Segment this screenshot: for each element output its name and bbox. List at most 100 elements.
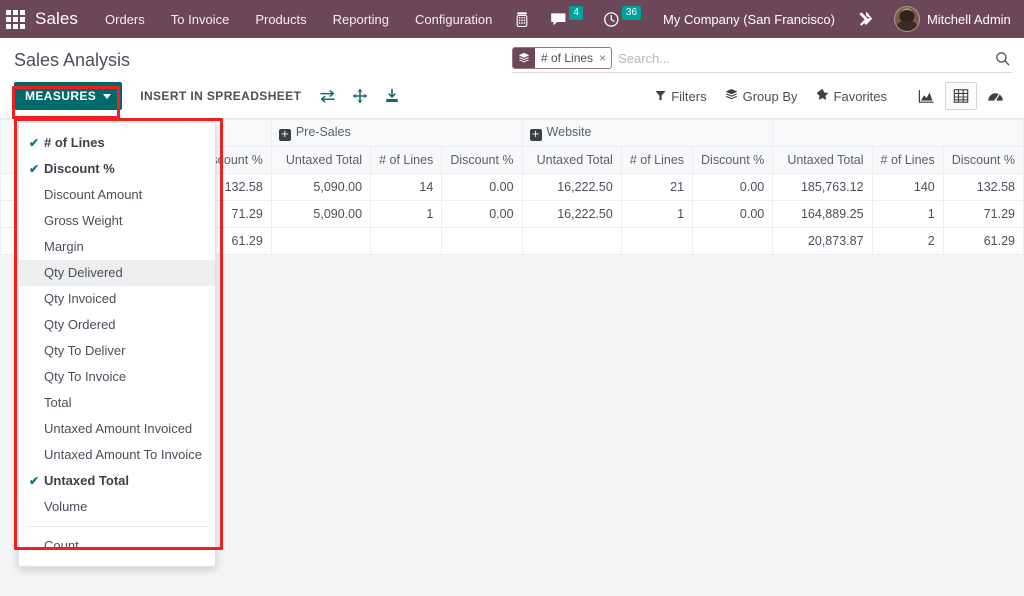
measure-option-qty-ordered[interactable]: Qty Ordered bbox=[19, 312, 215, 338]
measure-option-label: Discount % bbox=[44, 161, 115, 176]
measure-option-label: Untaxed Total bbox=[44, 473, 129, 488]
wrench-screwdriver-icon[interactable] bbox=[848, 4, 884, 34]
company-switcher[interactable]: My Company (San Francisco) bbox=[652, 3, 846, 36]
measure-option-untaxed-total[interactable]: ✔ Untaxed Total bbox=[19, 468, 215, 494]
download-xlsx-icon[interactable] bbox=[376, 84, 408, 108]
search-icon[interactable] bbox=[989, 51, 1012, 66]
pivot-cell[interactable] bbox=[692, 227, 774, 255]
pivot-cell[interactable]: 21 bbox=[620, 173, 694, 201]
pivot-cell[interactable]: 16,222.50 bbox=[521, 173, 622, 201]
search-facet-number-of-lines[interactable]: # of Lines × bbox=[512, 47, 613, 69]
page-title: Sales Analysis bbox=[14, 49, 131, 70]
pivot-view-button[interactable] bbox=[945, 82, 977, 110]
pivot-cell[interactable]: 0.00 bbox=[692, 173, 774, 201]
measures-dropdown-menu: ✔ # of Lines ✔ Discount % Discount Amoun… bbox=[18, 122, 216, 567]
activities-menu-button[interactable]: 36 bbox=[594, 5, 650, 34]
pivot-measure-header[interactable]: Untaxed Total bbox=[772, 146, 873, 174]
measure-option-label: Count bbox=[44, 538, 79, 553]
phone-keypad-icon[interactable] bbox=[505, 5, 539, 34]
check-icon: ✔ bbox=[29, 474, 40, 488]
nav-item-products[interactable]: Products bbox=[242, 3, 319, 36]
pivot-measure-header[interactable]: Discount % bbox=[692, 146, 774, 174]
pivot-measure-header[interactable]: # of Lines bbox=[871, 146, 944, 174]
pivot-cell[interactable] bbox=[441, 227, 523, 255]
pivot-cell[interactable]: 5,090.00 bbox=[270, 200, 372, 228]
pivot-cell[interactable]: 5,090.00 bbox=[270, 173, 372, 201]
insert-in-spreadsheet-button[interactable]: INSERT IN SPREADSHEET bbox=[130, 82, 311, 110]
pivot-measure-header[interactable]: Discount % bbox=[942, 146, 1024, 174]
graph-view-button[interactable] bbox=[910, 83, 943, 110]
pivot-measure-header[interactable]: # of Lines bbox=[370, 146, 443, 174]
pivot-cell[interactable]: 164,889.25 bbox=[772, 200, 873, 228]
measure-option-qty-to-invoice[interactable]: Qty To Invoice bbox=[19, 364, 215, 390]
pivot-cell[interactable]: 2 bbox=[871, 227, 944, 255]
measure-option-qty-invoiced[interactable]: Qty Invoiced bbox=[19, 286, 215, 312]
expand-icon[interactable]: + bbox=[529, 129, 542, 141]
activities-count-badge: 36 bbox=[621, 6, 642, 20]
pivot-cell[interactable]: 0.00 bbox=[692, 200, 774, 228]
pivot-group-header-pre-sales[interactable]: + Pre-Sales bbox=[270, 119, 523, 147]
measure-option-count[interactable]: Count bbox=[19, 533, 215, 559]
measure-option-qty-to-deliver[interactable]: Qty To Deliver bbox=[19, 338, 215, 364]
pivot-cell[interactable]: 16,222.50 bbox=[521, 200, 622, 228]
pivot-cell[interactable] bbox=[370, 227, 443, 255]
measure-option-total[interactable]: Total bbox=[19, 390, 215, 416]
measure-option-margin[interactable]: Margin bbox=[19, 234, 215, 260]
control-panel-bottom-row: MEASURES INSERT IN SPREADSHEET Filters G… bbox=[0, 79, 1024, 118]
measure-option-number-of-lines[interactable]: ✔ # of Lines bbox=[19, 130, 215, 156]
nav-item-configuration[interactable]: Configuration bbox=[402, 3, 505, 36]
pivot-measure-header[interactable]: # of Lines bbox=[620, 146, 694, 174]
pivot-measure-header[interactable]: Untaxed Total bbox=[270, 146, 372, 174]
pivot-cell[interactable]: 61.29 bbox=[942, 227, 1024, 255]
pivot-cell[interactable]: 14 bbox=[370, 173, 443, 201]
expand-all-icon[interactable] bbox=[344, 84, 376, 108]
pivot-cell[interactable]: 0.00 bbox=[441, 173, 523, 201]
group-by-label: Group By bbox=[742, 88, 798, 104]
pivot-measure-header[interactable]: Discount % bbox=[441, 146, 523, 174]
pivot-cell[interactable]: 20,873.87 bbox=[772, 227, 873, 255]
measure-option-discount-amount[interactable]: Discount Amount bbox=[19, 182, 215, 208]
favorites-label: Favorites bbox=[833, 88, 887, 104]
app-brand-sales[interactable]: Sales bbox=[31, 9, 92, 29]
pivot-cell[interactable]: 140 bbox=[871, 173, 944, 201]
expand-icon[interactable]: + bbox=[278, 129, 291, 141]
pivot-cell[interactable]: 0.00 bbox=[441, 200, 523, 228]
control-panel: Sales Analysis # of Lines × Search... ME… bbox=[0, 38, 1024, 119]
measure-option-untaxed-amount-to-invoice[interactable]: Untaxed Amount To Invoice bbox=[19, 442, 215, 468]
pivot-cell[interactable]: 71.29 bbox=[942, 200, 1024, 228]
measures-button[interactable]: MEASURES bbox=[14, 82, 123, 110]
pivot-cell[interactable] bbox=[270, 227, 372, 255]
dashboard-view-button[interactable] bbox=[979, 83, 1012, 110]
nav-item-to-invoice[interactable]: To Invoice bbox=[158, 3, 243, 36]
apps-grid-icon[interactable] bbox=[6, 8, 25, 30]
pivot-cell[interactable] bbox=[620, 227, 694, 255]
search-facet-remove-icon[interactable]: × bbox=[598, 48, 611, 68]
filters-menu[interactable]: Filters bbox=[646, 83, 715, 110]
check-icon: ✔ bbox=[29, 136, 40, 150]
pivot-cell[interactable]: 132.58 bbox=[942, 173, 1024, 201]
nav-item-orders[interactable]: Orders bbox=[92, 3, 158, 36]
group-by-menu[interactable]: Group By bbox=[716, 82, 807, 110]
measure-option-qty-delivered[interactable]: Qty Delivered bbox=[19, 260, 215, 286]
search-input[interactable] bbox=[612, 50, 989, 66]
measure-option-gross-weight[interactable]: Gross Weight bbox=[19, 208, 215, 234]
pivot-cell[interactable]: 1 bbox=[620, 200, 694, 228]
measure-option-discount-percent[interactable]: ✔ Discount % bbox=[19, 156, 215, 182]
flip-axis-icon[interactable] bbox=[311, 85, 344, 108]
measure-option-volume[interactable]: Volume bbox=[19, 494, 215, 520]
layers-icon bbox=[513, 48, 535, 68]
messages-menu-button[interactable]: 4 bbox=[541, 6, 592, 33]
pivot-measure-header[interactable]: Untaxed Total bbox=[521, 146, 622, 174]
user-avatar bbox=[893, 6, 920, 32]
pivot-cell[interactable]: 1 bbox=[370, 200, 443, 228]
favorites-menu[interactable]: Favorites bbox=[807, 82, 896, 110]
pivot-cell[interactable]: 185,763.12 bbox=[772, 173, 873, 201]
measure-option-untaxed-amount-invoiced[interactable]: Untaxed Amount Invoiced bbox=[19, 416, 215, 442]
messages-count-badge: 4 bbox=[569, 6, 583, 20]
pivot-cell[interactable] bbox=[521, 227, 622, 255]
nav-item-reporting[interactable]: Reporting bbox=[320, 3, 402, 36]
user-menu[interactable]: Mitchell Admin bbox=[886, 2, 1017, 36]
pivot-group-header-website[interactable]: + Website bbox=[521, 119, 774, 147]
pivot-cell[interactable]: 1 bbox=[871, 200, 944, 228]
measure-option-label: Volume bbox=[44, 499, 88, 514]
